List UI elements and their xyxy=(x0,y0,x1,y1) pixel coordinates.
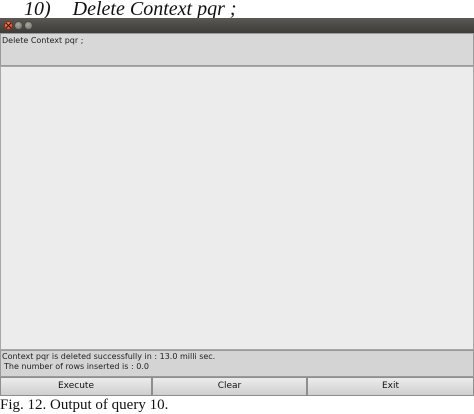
status-area: Context pqr is deleted successfully in :… xyxy=(0,350,474,377)
button-bar: Execute Clear Exit xyxy=(0,377,474,396)
query-heading-text: Delete Context pqr ; xyxy=(72,0,237,19)
output-area[interactable] xyxy=(0,66,474,350)
exit-button[interactable]: Exit xyxy=(307,377,474,396)
window-titlebar xyxy=(0,18,474,33)
clear-button[interactable]: Clear xyxy=(152,377,307,396)
app-window: Delete Context pqr ; Context pqr is dele… xyxy=(0,18,474,396)
rows-inserted-message: The number of rows inserted is : 0.0 xyxy=(4,362,149,371)
close-icon[interactable] xyxy=(4,21,13,30)
execute-button[interactable]: Execute xyxy=(0,377,152,396)
query-number: 10) xyxy=(24,0,51,19)
minimize-icon[interactable] xyxy=(14,21,23,30)
query-input[interactable]: Delete Context pqr ; xyxy=(0,33,474,66)
status-message: Context pqr is deleted successfully in :… xyxy=(2,352,216,361)
figure-caption: Fig. 12. Output of query 10. xyxy=(0,397,169,413)
figure-page: 10) Delete Context pqr ; Delete Context p… xyxy=(0,0,474,414)
maximize-icon[interactable] xyxy=(24,21,33,30)
query-heading: 10) Delete Context pqr ; xyxy=(0,0,474,19)
